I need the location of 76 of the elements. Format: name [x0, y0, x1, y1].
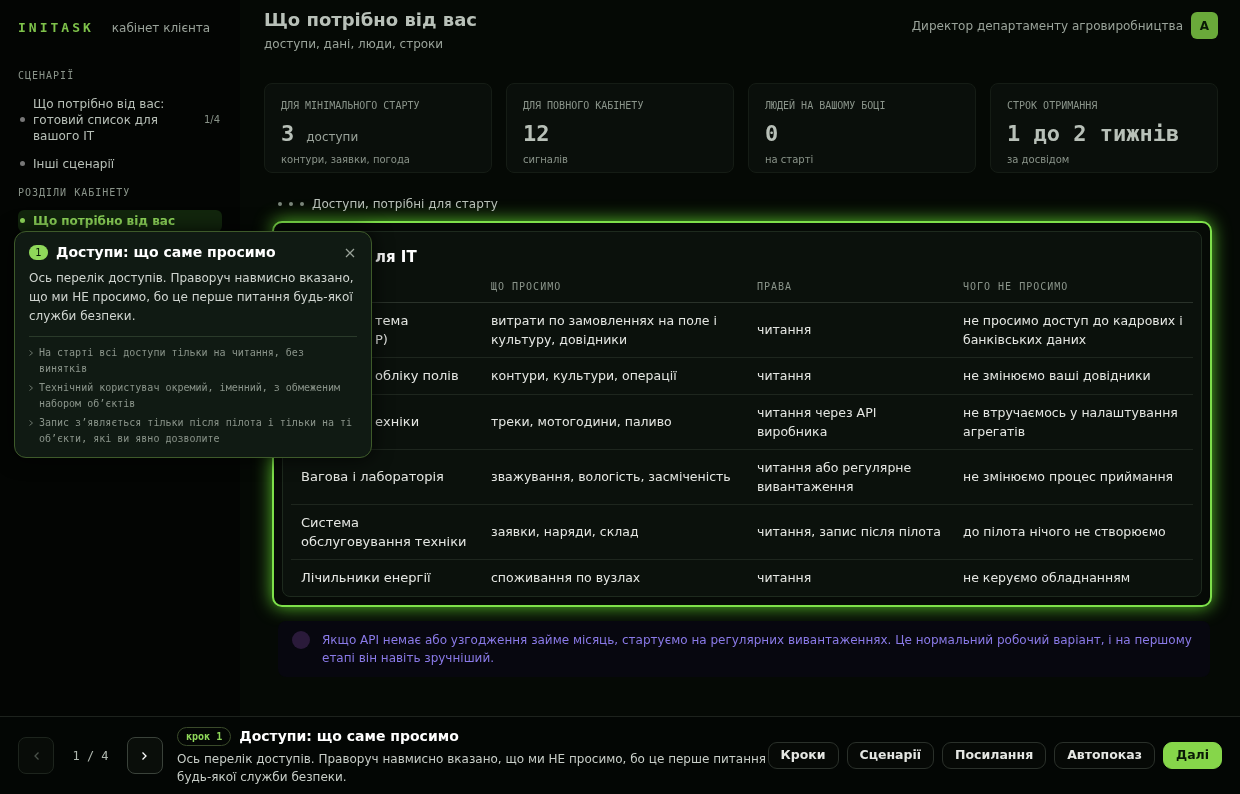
- sidebar-item[interactable]: Що потрібно від вас: готовий список для вашого IT 1/4: [18, 92, 222, 147]
- tour-button[interactable]: Сценарії: [846, 742, 935, 769]
- table-title: ля IT: [375, 246, 417, 268]
- close-icon[interactable]: [345, 247, 355, 258]
- chevron-icon: [29, 420, 33, 426]
- stat-label: СТРОК ОТРИМАННЯ: [1007, 99, 1099, 113]
- page-title: Що потрібно від вас: [264, 8, 477, 32]
- tour-button[interactable]: Далі: [1163, 742, 1222, 769]
- table-cell: не керуємо обладнанням: [953, 559, 1193, 596]
- popover-text: Ось перелік доступів. Праворуч навмисно вказано, що ми НЕ просимо, бо це перше питання будь-якої служби безпеки.: [29, 269, 357, 337]
- step-counter: 1 / 4: [72, 747, 109, 765]
- user-role: Директор департаменту агровиробництва: [911, 17, 1183, 35]
- sidebar-item[interactable]: Інші сценарії: [18, 152, 222, 175]
- table-cell: читання або регулярне вивантаження: [747, 449, 953, 504]
- table-cell: витрати по замовленнях на поле і культуру, довідники: [481, 302, 747, 358]
- tour-button[interactable]: Кроки: [767, 742, 839, 769]
- table-cell: треки, мотогодини, паливо: [481, 394, 747, 449]
- column-header: ПРАВА: [747, 272, 953, 302]
- stat-unit: доступи: [306, 129, 359, 146]
- column-header: ЩО ПРОСИМО: [481, 272, 747, 302]
- stat-note: сигналів: [523, 153, 569, 167]
- table-cell: читання: [747, 559, 953, 596]
- stat-label: ДЛЯ МІНІМАЛЬНОГО СТАРТУ: [281, 99, 421, 113]
- dots-icon: [278, 202, 304, 206]
- table-cell: контури, культури, операції: [481, 357, 747, 394]
- stat-value: 1 до 2 тижнів: [1007, 120, 1180, 148]
- popover-title: Доступи: що саме просимо: [56, 243, 277, 262]
- popover-point: Технічний користувач окремий, іменний, з обмеженим набором об’єктів: [39, 381, 342, 411]
- tour-title: Доступи: що саме просимо: [239, 726, 459, 746]
- table-cell-text: Вагова і лабораторія: [301, 467, 444, 486]
- stat-label: ДЛЯ ПОВНОГО КАБІНЕТУ: [523, 99, 645, 113]
- table-cell: не змінюємо ваші довідники: [953, 357, 1193, 394]
- popover-point: На старті всі доступи тільки на читання, без винятків: [39, 346, 305, 376]
- stat-value: 0: [765, 120, 779, 148]
- table-cell: не втручаємось у налаштування агрегатів: [953, 394, 1193, 449]
- table-cell: зважування, вологість, засміченість: [481, 449, 747, 504]
- table-cell: читання через API виробника: [747, 394, 953, 449]
- note-text: Якщо API немає або узгодження займе місяць, стартуємо на регулярних вивантаженнях. Це нормальний робочий варіант, і на першому етапі він навіть зручніший.: [322, 631, 1193, 667]
- chevron-icon: [29, 350, 33, 356]
- page-subtitle: доступи, дані, люди, строки: [264, 36, 445, 53]
- table-cell-text: обліку полів: [375, 367, 459, 385]
- table-cell: не змінюємо процес приймання: [953, 449, 1193, 504]
- table-cell-text: Лічильники енергії: [301, 569, 431, 587]
- table-cell: читання: [747, 357, 953, 394]
- sidebar-heading: РОЗДІЛИ КАБІНЕТУ: [18, 185, 132, 200]
- app-subtitle: кабінет клієнта: [111, 19, 211, 37]
- step-number: 1: [29, 245, 48, 260]
- table-cell-text: тема P): [375, 311, 409, 349]
- table-cell: заявки, наряди, склад: [481, 504, 747, 560]
- table-cell-text: ехніки: [375, 412, 420, 431]
- table-cell-text: Система обслуговування техніки: [301, 513, 468, 551]
- chevron-icon: [29, 385, 33, 391]
- tour-text: Ось перелік доступів. Праворуч навмисно вказано, що ми НЕ просимо, бо це перше питання будь-якої служби безпеки.: [177, 750, 768, 786]
- stat-value: 12: [523, 120, 550, 148]
- chevron-right-icon: [142, 751, 148, 760]
- chevron-left-icon: [33, 751, 39, 760]
- column-header: ЧОГО НЕ ПРОСИМО: [953, 272, 1193, 302]
- next-button[interactable]: [126, 737, 164, 774]
- avatar[interactable]: А: [1191, 12, 1218, 39]
- stat-note: за досвідом: [1007, 153, 1071, 167]
- stat-note: на старті: [765, 153, 815, 167]
- sidebar-heading: СЦЕНАРІЇ: [18, 68, 76, 83]
- tour-button[interactable]: Автопоказ: [1054, 742, 1155, 769]
- stat-value: 3: [281, 120, 295, 148]
- table-cell: читання: [747, 302, 953, 358]
- logo: INITASK: [18, 19, 94, 37]
- stat-note: контури, заявки, погода: [281, 153, 411, 167]
- table-cell: читання, запис після пілота: [747, 504, 953, 560]
- table-cell: споживання по вузлах: [481, 559, 747, 596]
- tour-button[interactable]: Посилання: [942, 742, 1047, 769]
- table-cell: до пілота нічого не створюємо: [953, 504, 1193, 560]
- table-cell: не просимо доступ до кадрових і банківських даних: [953, 302, 1193, 358]
- sidebar-item[interactable]: Що потрібно від вас: [18, 209, 222, 232]
- popover-point: Запис з’являється тільки після пілота і тільки на ті об’єкти, які ви явно дозволите: [39, 416, 354, 446]
- section-title: Доступи, потрібні для старту: [312, 196, 498, 213]
- stat-label: ЛЮДЕЙ НА ВАШОМУ БОЦІ: [765, 98, 887, 113]
